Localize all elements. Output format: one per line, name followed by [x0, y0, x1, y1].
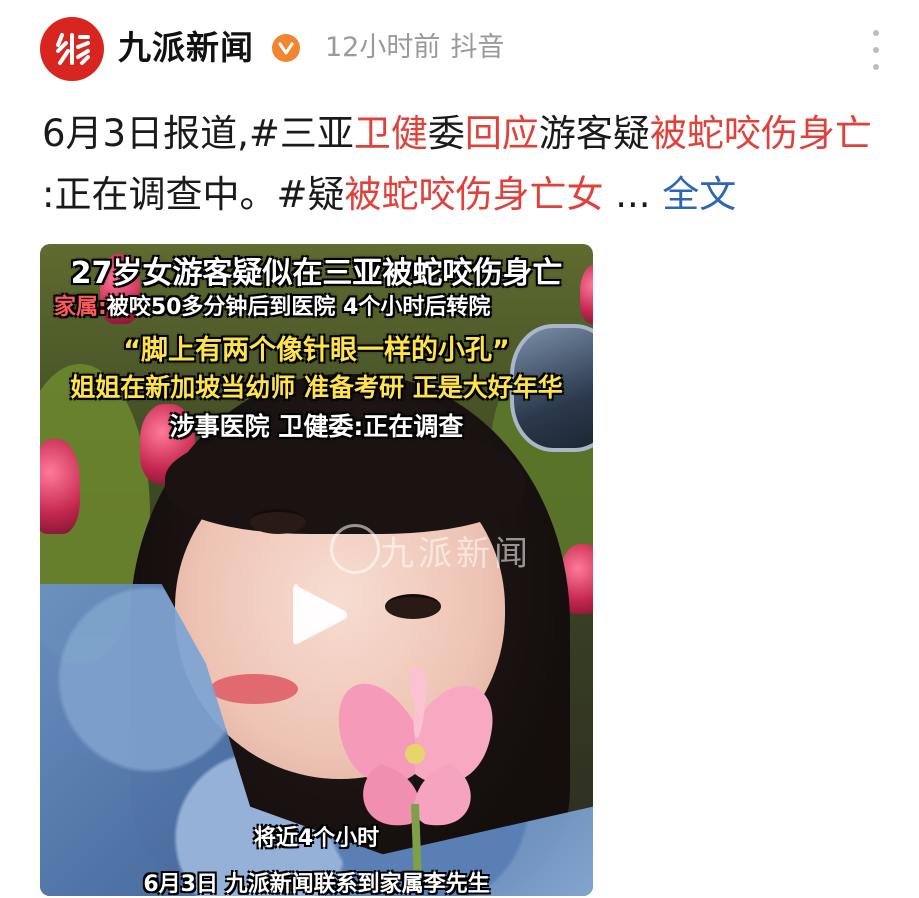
post-header: 九派新闻 12小时前 抖音 [0, 0, 919, 100]
lips [210, 674, 298, 704]
topic-link[interactable]: 卫健 [354, 112, 428, 155]
topic-link[interactable]: 被蛇咬伤身亡女 [344, 173, 603, 216]
text-segment: 6月3日报道,#三亚 [42, 112, 354, 155]
text-segment: :正在调查中。#疑 [42, 173, 345, 216]
text-segment: 游客疑 [538, 112, 650, 155]
video-caption-1: 将近4个小时 [253, 826, 380, 851]
family-text: 被咬50多分钟后到医院 4个小时后转院 [106, 295, 491, 320]
source-label: 抖音 [450, 32, 505, 63]
watermark-text: 九派新闻 [380, 534, 532, 574]
more-vertical-icon[interactable] [866, 30, 886, 70]
text-segment: ... [603, 173, 651, 216]
video-player[interactable]: 27岁女游客疑似在三亚被蛇咬伤身亡 家属:被咬50多分钟后到医院 4个小时后转院… [40, 244, 593, 896]
tulip [40, 439, 80, 534]
eye [250, 509, 306, 534]
jiupai-logo-icon [56, 33, 90, 65]
topic-link[interactable]: 回应 [465, 112, 539, 155]
family-label: 家属: [54, 295, 107, 320]
avatar[interactable] [40, 17, 104, 81]
full-text-link[interactable]: 全文 [662, 173, 736, 216]
play-icon[interactable] [291, 580, 349, 650]
video-hospital-line: 涉事医院 卫健委:正在调查 [169, 412, 464, 441]
verified-badge-icon [272, 34, 300, 62]
video-overlay-title: 27岁女游客疑似在三亚被蛇咬伤身亡 [70, 256, 563, 291]
post-text: 6月3日报道,#三亚卫健委回应游客疑被蛇咬伤身亡 :正在调查中。#疑被蛇咬伤身亡… [42, 103, 882, 225]
post-meta: 12小时前 抖音 [325, 28, 504, 68]
time-ago: 12小时前 [325, 32, 441, 63]
video-sister-line: 姐姐在新加坡当幼师 准备考研 正是大好年华 [70, 373, 563, 402]
account-name[interactable]: 九派新闻 [118, 26, 254, 70]
text-segment: 委 [427, 112, 465, 155]
video-family-line: 家属:被咬50多分钟后到医院 4个小时后转院 [54, 289, 593, 321]
watermark-logo [330, 524, 380, 574]
video-quote: “脚上有两个像针眼一样的小孔” [123, 335, 510, 366]
video-caption-2: 6月3日 九派新闻联系到家属李先生 [143, 872, 490, 896]
eye [385, 594, 441, 619]
topic-link[interactable]: 被蛇咬伤身亡 [650, 112, 872, 155]
